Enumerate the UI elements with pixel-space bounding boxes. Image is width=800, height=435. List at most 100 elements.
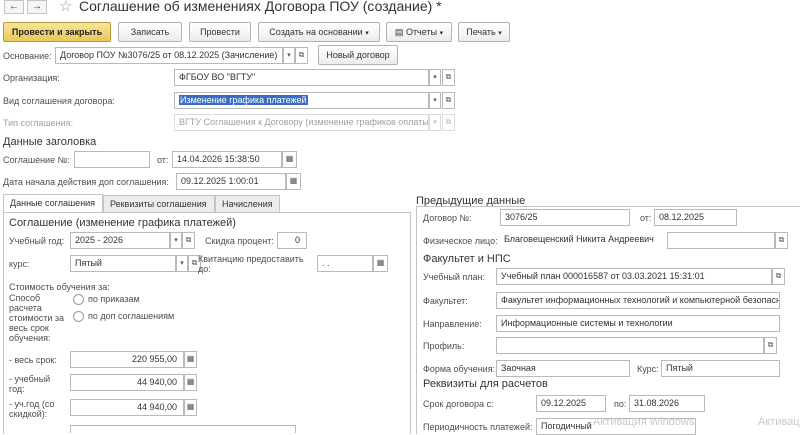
discount-cost-field[interactable]: 44 940,00	[70, 399, 184, 416]
term-to-field: 31.08.2026	[629, 395, 705, 412]
agreement-kind-value: Изменение графика платежей	[179, 95, 308, 105]
receipt-label: Квитанцию предоставить до:	[198, 254, 304, 274]
calculator-icon[interactable]: ▦	[184, 399, 197, 416]
agreement-date-field[interactable]: 14.04.2026 15:38:50	[172, 151, 282, 168]
radio-agreements-label: по доп соглашениям	[88, 311, 175, 321]
agreement-type-open-icon: ⧉	[442, 114, 455, 131]
header-data-title: Данные заголовка	[3, 136, 97, 148]
faculty-label: Факультет:	[423, 296, 468, 306]
requisites-title: Реквизиты для расчетов	[423, 378, 548, 390]
faculty-field: Факультет информационных технологий и ко…	[496, 292, 780, 309]
right-course-field: Пятый	[661, 360, 780, 377]
create-based-on-button[interactable]: Создать на основании ▾	[258, 22, 380, 42]
study-form-field: Заочная	[496, 360, 630, 377]
profile-open-icon[interactable]: ⧉	[764, 337, 777, 354]
person-extra-field	[667, 232, 775, 249]
agreement-type-dropdown-icon: ▾	[429, 114, 441, 131]
radio-orders-label: по приказам	[88, 294, 140, 304]
star-icon[interactable]: ☆	[59, 0, 72, 15]
org-open-icon[interactable]: ⧉	[442, 69, 455, 86]
post-and-close-button[interactable]: Провести и закрыть	[3, 22, 111, 42]
tab-accruals[interactable]: Начисления	[215, 195, 280, 213]
agreement-kind-label: Вид соглашения договора:	[3, 96, 115, 106]
reports-button[interactable]: ▤ Отчеты ▾	[386, 22, 452, 42]
calculator-icon[interactable]: ▦	[184, 374, 197, 391]
year-field[interactable]: 2025 - 2026	[70, 232, 170, 249]
print-label: Печать	[466, 27, 496, 37]
agreement-number-label: Соглашение №:	[3, 155, 70, 165]
contract-date-label: от:	[640, 213, 652, 223]
calculator-icon[interactable]: ▦	[184, 351, 197, 368]
calendar-icon[interactable]: ▦	[373, 255, 388, 272]
agreement-kind-open-icon[interactable]: ⧉	[442, 92, 455, 109]
radio-orders[interactable]	[73, 294, 84, 305]
agreement-type-label: Тип соглашения:	[3, 118, 74, 128]
new-contract-button[interactable]: Новый договор	[318, 45, 398, 65]
plan-field: Учебный план 000016587 от 03.03.2021 15:…	[496, 268, 772, 285]
plan-label: Учебный план:	[423, 272, 486, 282]
plan-open-icon[interactable]: ⧉	[772, 268, 785, 285]
faculty-title: Факультет и НПС	[423, 253, 511, 265]
partial-field	[70, 425, 296, 433]
activation-watermark: Активация Windows	[593, 416, 695, 428]
post-button[interactable]: Провести	[189, 22, 251, 42]
tab-agreement-requisites[interactable]: Реквизиты соглашения	[103, 195, 215, 213]
basis-label: Основание:	[3, 51, 52, 61]
person-field: Благовещенский Никита Андреевич	[500, 232, 666, 249]
discount-field[interactable]: 0	[277, 232, 307, 249]
method-label: Способ расчета стоимости за весь срок об…	[9, 293, 65, 343]
calendar-icon[interactable]: ▦	[286, 173, 301, 190]
basis-open-icon[interactable]: ⧉	[295, 47, 308, 64]
report-icon: ▤	[394, 27, 404, 37]
back-button[interactable]: ←	[4, 0, 24, 14]
profile-field	[496, 337, 764, 354]
year-label: Учебный год:	[9, 236, 65, 246]
agreement-number-field[interactable]	[74, 151, 150, 168]
org-label: Организация:	[3, 73, 60, 83]
right-course-label: Курс:	[637, 364, 659, 374]
course-label: курс:	[9, 259, 30, 269]
term-label: Срок договора с:	[423, 399, 494, 409]
org-field[interactable]: ФГБОУ ВО "ВГТУ"	[174, 69, 429, 86]
dropdown-icon: ▾	[498, 30, 502, 37]
course-dropdown-icon[interactable]: ▾	[176, 255, 188, 272]
person-open-icon[interactable]: ⧉	[775, 232, 788, 249]
calendar-icon[interactable]: ▦	[282, 151, 297, 168]
activation-watermark-2: Активац	[758, 416, 800, 428]
create-based-on-label: Создать на основании	[269, 27, 363, 37]
agreement-kind-dropdown-icon[interactable]: ▾	[429, 92, 441, 109]
agreement-section-title: Соглашение (изменение графика платежей)	[9, 217, 236, 229]
discount-cost-label: - уч.год (со скидкой):	[9, 399, 55, 419]
year-cost-field[interactable]: 44 940,00	[70, 374, 184, 391]
full-cost-field[interactable]: 220 955,00	[70, 351, 184, 368]
person-label: Физическое лицо:	[423, 236, 498, 246]
year-cost-label: - учебный год:	[9, 374, 51, 394]
reports-label: Отчеты	[405, 27, 438, 37]
agreement-type-field: ВГТУ Соглашения к Договору (изменение гр…	[174, 114, 429, 131]
year-dropdown-icon[interactable]: ▾	[170, 232, 182, 249]
radio-agreements[interactable]	[73, 311, 84, 322]
term-to-label: по:	[614, 399, 627, 409]
start-date-field[interactable]: 09.12.2025 1:00:01	[176, 173, 286, 190]
agreement-date-label: от:	[157, 155, 169, 165]
save-button[interactable]: Записать	[118, 22, 182, 42]
course-field[interactable]: Пятый	[70, 255, 176, 272]
dropdown-icon: ▾	[439, 30, 444, 37]
agreement-kind-field[interactable]: Изменение графика платежей	[174, 92, 429, 109]
direction-field: Информационные системы и технологии	[496, 315, 780, 332]
study-form-label: Форма обучения:	[423, 364, 496, 374]
year-open-icon[interactable]: ⧉	[182, 232, 195, 249]
print-button[interactable]: Печать ▾	[458, 22, 510, 42]
basis-dropdown-icon[interactable]: ▾	[283, 47, 295, 64]
start-date-label: Дата начала действия доп соглашения:	[3, 177, 169, 187]
forward-button[interactable]: →	[27, 0, 47, 14]
discount-label: Скидка процент:	[205, 236, 274, 246]
dropdown-icon: ▾	[365, 30, 369, 37]
tab-agreement-data[interactable]: Данные соглашения	[3, 194, 103, 213]
page-title: Соглашение об изменениях Договора ПОУ (с…	[79, 0, 442, 14]
org-dropdown-icon[interactable]: ▾	[429, 69, 441, 86]
basis-field[interactable]: Договор ПОУ №3076/25 от 08.12.2025 (Зачи…	[55, 47, 283, 64]
receipt-field[interactable]: . .	[317, 255, 373, 272]
term-from-field: 09.12.2025	[536, 395, 606, 412]
profile-label: Профиль:	[423, 341, 465, 351]
